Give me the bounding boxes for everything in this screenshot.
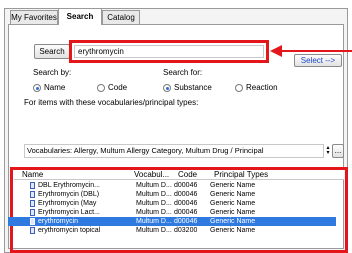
vocabulary-field[interactable]: Vocabularies: Allergy, Multum Allergy Ca… <box>24 144 324 158</box>
vocab-spinner[interactable]: ▴ ▾ <box>324 145 332 156</box>
row-type: Generic Name <box>210 182 256 189</box>
document-icon <box>30 191 35 198</box>
document-icon <box>30 182 35 189</box>
radio-code-label: Code <box>108 83 128 92</box>
row-code: d00046 <box>174 200 198 207</box>
table-row-selected[interactable]: erythromycin Multum D... d00046 Generic … <box>8 217 336 226</box>
row-name: erythromycin <box>38 218 79 225</box>
table-row[interactable]: erythromycin topical Multum D... d03200 … <box>8 226 336 235</box>
row-name: Erythromycin Lact... <box>38 209 100 216</box>
row-vocabulary: Multum D... <box>136 218 172 225</box>
row-type: Generic Name <box>210 218 256 225</box>
row-type: Generic Name <box>210 191 256 198</box>
search-by-label: Search by: <box>33 68 72 77</box>
tab-search[interactable]: Search <box>58 8 102 25</box>
row-code: d00046 <box>174 218 198 225</box>
row-name: erythromycin topical <box>38 227 101 234</box>
row-code: d00046 <box>174 182 198 189</box>
radio-substance-label: Substance <box>174 83 212 92</box>
row-type: Generic Name <box>210 200 256 207</box>
tab-my-favorites[interactable]: My Favorites <box>10 10 58 25</box>
radio-substance[interactable] <box>163 84 171 92</box>
radio-name[interactable] <box>33 84 41 92</box>
row-name: DBL Erythromycin... <box>38 182 100 189</box>
row-type: Generic Name <box>210 227 256 234</box>
search-input[interactable]: erythromycin <box>74 45 264 58</box>
radio-name-label: Name <box>44 83 66 92</box>
search-button[interactable]: Search <box>34 44 70 59</box>
vocab-more-button[interactable]: ... <box>332 144 344 158</box>
row-vocabulary: Multum D... <box>136 191 172 198</box>
row-name: Erythromycin (DBL) <box>38 191 100 198</box>
table-row[interactable]: DBL Erythromycin... Multum D... d00046 G… <box>8 181 336 190</box>
row-name: Erythromycin (May <box>38 200 97 207</box>
row-vocabulary: Multum D... <box>136 200 172 207</box>
document-icon <box>30 200 35 207</box>
tab-catalog[interactable]: Catalog <box>102 10 140 25</box>
row-code: d00046 <box>174 191 198 198</box>
column-header-vocabulary[interactable]: Vocabul... <box>134 170 169 180</box>
table-row[interactable]: Erythromycin (DBL) Multum D... d00046 Ge… <box>8 190 336 199</box>
document-icon <box>30 218 35 225</box>
column-header-principal-types[interactable]: Principal Types <box>214 170 268 180</box>
row-vocabulary: Multum D... <box>136 182 172 189</box>
document-icon <box>30 209 35 216</box>
row-vocabulary: Multum D... <box>136 227 172 234</box>
column-header-name[interactable]: Name <box>22 170 43 180</box>
radio-reaction-label: Reaction <box>246 83 278 92</box>
row-vocabulary: Multum D... <box>136 209 172 216</box>
column-header-code[interactable]: Code <box>178 170 197 180</box>
radio-code[interactable] <box>97 84 105 92</box>
table-row[interactable]: Erythromycin Lact... Multum D... d00046 … <box>8 208 336 217</box>
radio-reaction[interactable] <box>235 84 243 92</box>
search-for-label: Search for: <box>163 68 203 77</box>
filter-label: For items with these vocabularies/princi… <box>24 98 199 107</box>
row-type: Generic Name <box>210 209 256 216</box>
table-row[interactable]: Erythromycin (May Multum D... d00046 Gen… <box>8 199 336 208</box>
row-code: d03200 <box>174 227 198 234</box>
results-header: Name Vocabul... Code Principal Types <box>14 170 344 180</box>
select-button[interactable]: Select --> <box>294 54 342 67</box>
row-code: d00046 <box>174 209 198 216</box>
document-icon <box>30 227 35 234</box>
